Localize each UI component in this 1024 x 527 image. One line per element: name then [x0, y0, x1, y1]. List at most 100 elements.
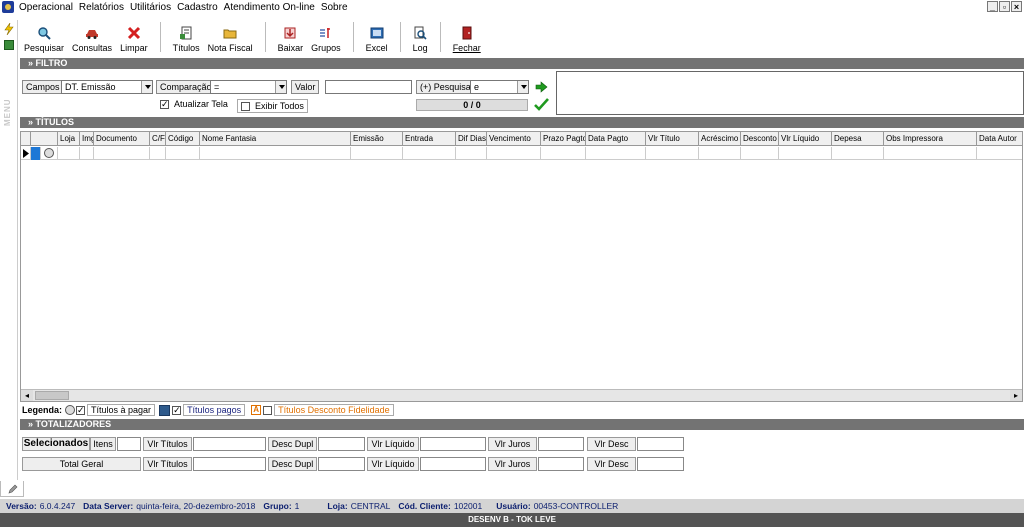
cell-emissao[interactable]	[351, 147, 403, 160]
cell-vlr-liquido[interactable]	[779, 147, 832, 160]
col-header-indicator[interactable]	[21, 132, 31, 146]
col-header-prazo-pagto[interactable]: Prazo Pagto	[541, 132, 586, 146]
col-header-cf[interactable]: C/F	[150, 132, 166, 146]
tot-vlr-titulos-label: Vlr Títulos	[143, 457, 192, 471]
cell-data-autor[interactable]	[977, 147, 1022, 160]
grupo-value: 1	[294, 501, 300, 511]
col-header-data-autor[interactable]: Data Autor	[977, 132, 1022, 146]
legend-title: Legenda:	[22, 405, 63, 415]
pesquisa-operator-select[interactable]: e	[470, 80, 529, 94]
minimize-button[interactable]: _	[987, 1, 998, 12]
log-button[interactable]: Log	[409, 19, 432, 53]
atualizar-tela-checkbox[interactable]: ✓ Atualizar Tela	[160, 99, 228, 109]
col-header-depesa[interactable]: Depesa	[832, 132, 884, 146]
fechar-button[interactable]: Fechar	[449, 19, 485, 53]
titulos-grid[interactable]: Loja Img Documento C/F Código Nome Fanta…	[20, 131, 1023, 402]
col-header-acrescimo[interactable]: Acréscimo	[699, 132, 741, 146]
cell-vencimento[interactable]	[487, 147, 541, 160]
exibir-todos-checkbox[interactable]: Exibir Todos	[237, 99, 308, 113]
sel-vlr-desc-field	[637, 437, 684, 451]
col-header-data-pagto[interactable]: Data Pagto	[586, 132, 646, 146]
loja-label: Loja:	[327, 501, 348, 511]
legend-checkbox-pagos[interactable]: ✓	[172, 405, 182, 415]
restore-button[interactable]: ▫	[999, 1, 1010, 12]
cell-prazo-pagto[interactable]	[541, 147, 586, 160]
campos-select[interactable]: DT. Emissão	[61, 80, 153, 94]
close-button[interactable]: ×	[1011, 1, 1022, 12]
col-header-status[interactable]	[31, 132, 58, 146]
legend-titulos-pagar: Títulos à pagar	[87, 404, 156, 416]
col-header-img[interactable]: Img	[80, 132, 94, 146]
arrow-right-icon[interactable]	[535, 81, 548, 93]
titulos-button[interactable]: Títulos	[169, 19, 204, 53]
col-header-dif-dias[interactable]: Dif Dias	[456, 132, 487, 146]
table-row[interactable]	[21, 147, 1022, 160]
nota-fiscal-button[interactable]: Nota Fiscal	[204, 19, 257, 53]
col-header-vlr-liquido[interactable]: Vlr Líquido	[779, 132, 832, 146]
checkmark-icon[interactable]	[534, 98, 549, 111]
cell-entrada[interactable]	[403, 147, 456, 160]
col-header-vlr-titulo[interactable]: Vlr Título	[646, 132, 699, 146]
menu-relatorios[interactable]: Relatórios	[76, 2, 127, 13]
menu-cadastro[interactable]: Cadastro	[174, 2, 221, 13]
lightning-icon[interactable]	[4, 23, 14, 35]
cell-depesa[interactable]	[832, 147, 884, 160]
col-header-emissao[interactable]: Emissão	[351, 132, 403, 146]
menu-utilitarios[interactable]: Utilitários	[127, 2, 174, 13]
row-selected-cell[interactable]	[31, 147, 41, 160]
cell-dif-dias[interactable]	[456, 147, 487, 160]
menu-operacional[interactable]: Operacional	[16, 2, 76, 13]
legend-checkbox-pagar[interactable]: ✓	[76, 405, 86, 415]
cell-data-pagto[interactable]	[586, 147, 646, 160]
menu-atendimento-online[interactable]: Atendimento On-line	[221, 2, 318, 13]
chevron-down-icon[interactable]	[275, 81, 286, 93]
red-x-icon	[127, 26, 140, 40]
pesquisar-button[interactable]: Pesquisar	[20, 19, 68, 53]
baixar-button[interactable]: Baixar	[274, 19, 308, 53]
scroll-left-icon[interactable]: ◂	[21, 390, 33, 401]
cell-cf[interactable]	[150, 147, 166, 160]
legend-checkbox-fidelidade[interactable]	[263, 405, 273, 415]
data-server-value: quinta-feira, 20-dezembro-2018	[136, 501, 256, 511]
cell-img[interactable]	[80, 147, 94, 160]
col-header-vencimento[interactable]: Vencimento	[487, 132, 541, 146]
chevron-down-icon[interactable]	[141, 81, 152, 93]
col-header-codigo[interactable]: Código	[166, 132, 200, 146]
col-header-nome-fantasia[interactable]: Nome Fantasia	[200, 132, 351, 146]
cell-vlr-titulo[interactable]	[646, 147, 699, 160]
row-pointer-icon	[23, 149, 29, 158]
cell-obs-impressora[interactable]	[884, 147, 977, 160]
car-icon	[86, 30, 99, 39]
col-header-documento[interactable]: Documento	[94, 132, 150, 146]
menu-vertical-label[interactable]: MENU	[3, 92, 15, 132]
chevron-down-icon[interactable]	[517, 81, 528, 93]
versao-label: Versão:	[6, 501, 37, 511]
scroll-thumb[interactable]	[35, 391, 69, 400]
comparacao-select[interactable]: =	[210, 80, 287, 94]
cell-acrescimo[interactable]	[699, 147, 741, 160]
cell-desconto[interactable]	[741, 147, 779, 160]
selecionados-label: Selecionados	[22, 437, 90, 451]
exibir-checkbox-box[interactable]	[241, 101, 250, 111]
grupos-button[interactable]: Grupos	[307, 19, 345, 53]
cell-loja[interactable]	[58, 147, 80, 160]
scroll-right-icon[interactable]: ▸	[1010, 390, 1022, 401]
cell-codigo[interactable]	[166, 147, 200, 160]
atualizar-checkbox-box[interactable]: ✓	[160, 99, 169, 109]
row-status-cell[interactable]	[41, 147, 58, 160]
footer-tab[interactable]	[0, 481, 24, 497]
col-header-entrada[interactable]: Entrada	[403, 132, 456, 146]
cell-documento[interactable]	[94, 147, 150, 160]
menu-sobre[interactable]: Sobre	[318, 2, 351, 13]
toolbar-separator	[352, 21, 354, 52]
consultas-button[interactable]: Consultas	[68, 19, 116, 53]
green-panel-icon[interactable]	[4, 40, 14, 50]
cell-nome-fantasia[interactable]	[200, 147, 351, 160]
horizontal-scrollbar[interactable]: ◂ ▸	[21, 389, 1022, 401]
col-header-loja[interactable]: Loja	[58, 132, 80, 146]
col-header-desconto[interactable]: Desconto	[741, 132, 779, 146]
limpar-button[interactable]: Limpar	[116, 19, 152, 53]
valor-input[interactable]	[325, 80, 412, 94]
col-header-obs-impressora[interactable]: Obs Impressora	[884, 132, 977, 146]
excel-button[interactable]: Excel	[362, 19, 392, 53]
